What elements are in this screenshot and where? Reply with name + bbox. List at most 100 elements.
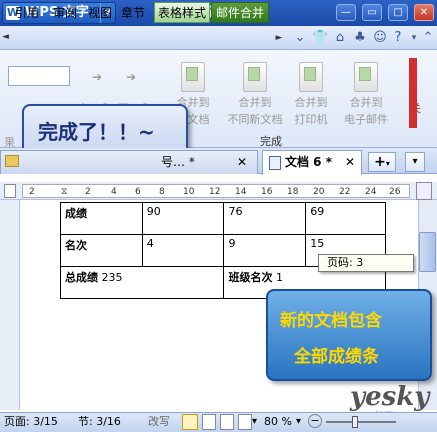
callout-text: 完成了！！~ bbox=[38, 120, 155, 144]
community-icon[interactable]: ♣ bbox=[352, 30, 368, 46]
tab-review[interactable]: 审阅 bbox=[50, 3, 80, 23]
ruler-toggle-button[interactable] bbox=[416, 182, 432, 200]
dropdown-icon[interactable]: ⌄ bbox=[292, 30, 308, 46]
ruler-tick: 18 bbox=[287, 187, 299, 197]
ruler-tick: 2 bbox=[85, 187, 91, 197]
ruler-tick: 2 bbox=[29, 187, 35, 197]
outline-view-icon[interactable] bbox=[202, 414, 216, 430]
table-cell[interactable]: 90 bbox=[141, 202, 225, 235]
button-label: 电子邮件 bbox=[344, 113, 388, 126]
zoom-slider-thumb[interactable] bbox=[352, 416, 358, 428]
rank-value: 1 bbox=[275, 271, 283, 284]
table-row: 成绩 90 76 69 bbox=[60, 202, 386, 235]
ribbon-group-label: 完成 bbox=[260, 135, 282, 148]
overwrite-indicator[interactable]: 改写 bbox=[148, 414, 170, 430]
tab-label: 文档 6 * bbox=[285, 155, 332, 169]
table-cell[interactable]: 76 bbox=[223, 202, 307, 235]
plus-icon: + bbox=[374, 154, 386, 170]
tab-list-button[interactable]: ▾ bbox=[405, 152, 425, 172]
ruler-tick: 6 bbox=[135, 187, 141, 197]
minimize-button[interactable]: — bbox=[336, 4, 356, 21]
ruler-tick: 22 bbox=[339, 187, 351, 197]
ruler-tick: 14 bbox=[235, 187, 247, 197]
page-view-icon[interactable] bbox=[182, 414, 198, 430]
tab-view[interactable]: 视图 bbox=[85, 3, 115, 23]
merge-to-email-button[interactable]: 合并到 电子邮件 bbox=[336, 62, 396, 126]
button-label: 合并到 bbox=[349, 96, 383, 109]
page-indicator[interactable]: 页面: 3/15 bbox=[4, 414, 58, 430]
ruler-tick: 12 bbox=[209, 187, 221, 197]
ruler-tick: 24 bbox=[365, 187, 377, 197]
close-icon[interactable]: ✕ bbox=[237, 151, 247, 173]
chevron-down-icon: ▾ bbox=[385, 159, 390, 168]
shirt-skin-icon[interactable]: 👕 bbox=[312, 30, 328, 46]
last-arrow-icon[interactable]: ➔ bbox=[126, 70, 136, 84]
tab-previous-document[interactable]: 号… * ✕ bbox=[0, 150, 258, 174]
tab-table-style[interactable]: 表格样式 bbox=[154, 2, 210, 23]
table-cell[interactable]: 69 bbox=[305, 202, 386, 235]
zoom-level[interactable]: 80 % bbox=[264, 414, 292, 430]
table-cell[interactable]: 4 bbox=[141, 234, 225, 267]
record-input[interactable] bbox=[8, 66, 70, 86]
table-cell[interactable]: 成绩 bbox=[60, 202, 143, 235]
table-cell[interactable]: 总成绩 235 bbox=[59, 266, 225, 299]
table-cell[interactable]: 9 bbox=[223, 234, 307, 267]
merge-doc-icon bbox=[181, 62, 205, 92]
ruler-tick: 8 bbox=[159, 187, 165, 197]
tab-stop-selector[interactable] bbox=[4, 184, 16, 198]
restore-button[interactable]: ▭ bbox=[362, 4, 382, 21]
tab-references[interactable]: 引用 bbox=[12, 3, 42, 23]
zoom-slider[interactable] bbox=[326, 421, 396, 423]
zoom-out-button[interactable]: − bbox=[308, 414, 322, 428]
vertical-ruler bbox=[0, 200, 20, 410]
printer-icon bbox=[299, 62, 323, 92]
button-label: 合并到 bbox=[238, 96, 272, 109]
page-tooltip: 页码: 3 bbox=[318, 254, 414, 272]
ruler-tick: 4 bbox=[111, 187, 117, 197]
next-arrow-icon[interactable]: ➔ bbox=[92, 70, 102, 84]
rank-label: 班级名次 bbox=[228, 271, 273, 284]
button-label: 打印机 bbox=[294, 113, 328, 126]
email-icon bbox=[354, 62, 378, 92]
horizontal-ruler[interactable]: 2 ⧖ 2 4 6 8 10 12 14 16 18 20 22 24 26 bbox=[22, 184, 410, 198]
section-indicator[interactable]: 节: 3/16 bbox=[78, 414, 121, 430]
tab-label: 号… * bbox=[161, 155, 195, 169]
new-tab-button[interactable]: +▾ bbox=[368, 152, 396, 172]
close-button[interactable]: ✕ bbox=[414, 4, 434, 21]
users-icon[interactable]: ☺ bbox=[372, 30, 388, 46]
first-line-indent-marker[interactable]: ⧖ bbox=[61, 185, 67, 199]
callout-text: 全部成绩条 bbox=[294, 347, 379, 367]
score-table[interactable]: 成绩 90 76 69 名次 4 9 15 总成绩 235 班级名次 1 bbox=[59, 202, 386, 299]
merge-to-printer-button[interactable]: 合并到 打印机 bbox=[284, 62, 338, 126]
close-icon[interactable]: ✕ bbox=[345, 151, 355, 173]
button-label: 合并到 bbox=[294, 96, 328, 109]
callout-text: 新的文档包含 bbox=[280, 311, 382, 331]
menu-scroll-right-icon[interactable]: ► bbox=[271, 30, 287, 46]
ruler-tick: 26 bbox=[389, 187, 401, 197]
maximize-button[interactable]: □ bbox=[388, 4, 408, 21]
merge-to-separate-docs-button[interactable]: 合并到 不同新文档 bbox=[224, 62, 286, 126]
table-cell[interactable]: 名次 bbox=[60, 234, 143, 267]
document-icon bbox=[269, 156, 281, 170]
collapse-ribbon-icon[interactable]: ⌃ bbox=[420, 30, 436, 46]
total-value: 235 bbox=[101, 271, 123, 284]
home-icon[interactable]: ⌂ bbox=[332, 30, 348, 46]
ruler-tick: 20 bbox=[313, 187, 325, 197]
help-icon[interactable]: ? bbox=[390, 30, 406, 46]
ruler-tick: 16 bbox=[261, 187, 273, 197]
scrollbar-thumb[interactable] bbox=[419, 232, 436, 272]
button-label: 不同新文档 bbox=[227, 113, 283, 126]
zoom-dropdown-icon[interactable]: ▾ bbox=[296, 414, 301, 430]
ruler-tick: 10 bbox=[183, 187, 195, 197]
view-dropdown-icon[interactable]: ▾ bbox=[252, 414, 257, 430]
tab-mail-merge[interactable]: 邮件合并 bbox=[211, 2, 269, 23]
close-merge-button-edge[interactable] bbox=[409, 58, 417, 128]
web-view-icon[interactable] bbox=[220, 414, 234, 430]
callout-box bbox=[266, 289, 432, 381]
tab-sections[interactable]: 章节 bbox=[118, 3, 148, 23]
merge-docs-icon bbox=[243, 62, 267, 92]
folder-icon[interactable] bbox=[5, 155, 19, 167]
reading-view-icon[interactable] bbox=[238, 414, 252, 430]
total-label: 总成绩 bbox=[65, 271, 98, 284]
menu-scroll-left-icon[interactable]: ◄ bbox=[2, 30, 10, 44]
